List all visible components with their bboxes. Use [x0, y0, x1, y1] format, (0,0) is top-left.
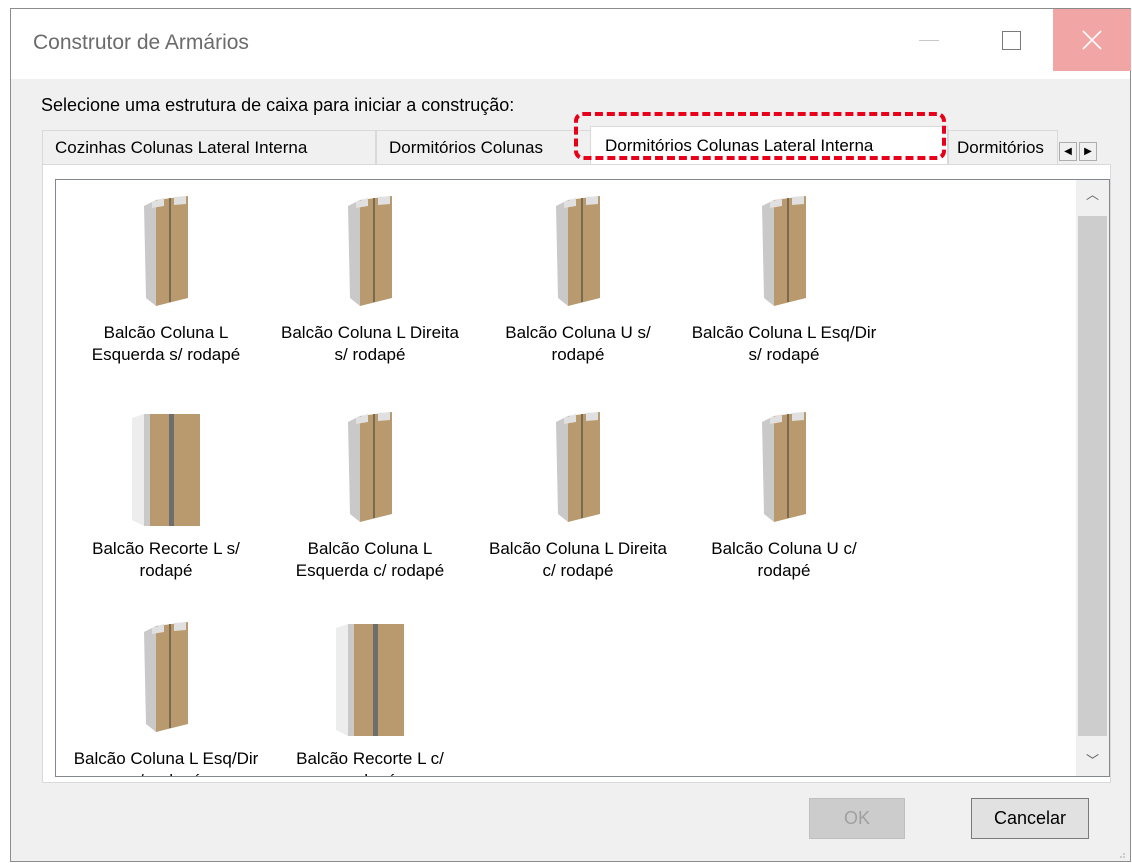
cabinet-column-l-both-icon [144, 622, 188, 732]
scroll-down-icon[interactable]: ﹀ [1076, 746, 1109, 776]
cabinet-column-u-icon [762, 412, 806, 522]
item-thumbnail [270, 194, 470, 314]
list-item[interactable]: Balcão Recorte L s/ rodapé [66, 410, 266, 582]
item-thumbnail [684, 410, 884, 530]
tab-strip: Cozinhas Colunas Lateral Interna Dormitó… [42, 126, 1094, 164]
list-item-label: Balcão Coluna L Direita c/ rodapé [489, 539, 667, 580]
tab-cozinhas-colunas-lateral-interna[interactable]: Cozinhas Colunas Lateral Interna [42, 130, 376, 164]
item-thumbnail [66, 194, 266, 314]
tab-panel: Balcão Coluna L Esquerda s/ rodapé Balcão… [42, 164, 1111, 783]
maximize-icon [1001, 30, 1021, 50]
triangle-right-icon: ▶ [1084, 146, 1092, 157]
list-item[interactable]: Balcão Coluna L Esq/Dir s/ rodapé [684, 194, 884, 366]
list-item[interactable]: Balcão Coluna U s/ rodapé [478, 194, 678, 366]
scroll-up-icon[interactable]: ︿ [1076, 180, 1109, 210]
item-thumbnail [270, 620, 470, 740]
item-thumbnail [66, 410, 266, 530]
triangle-left-icon: ◀ [1064, 146, 1072, 157]
title-bar: Construtor de Armários [11, 9, 1131, 79]
maximize-button[interactable] [971, 9, 1051, 71]
structure-list: Balcão Coluna L Esquerda s/ rodapé Balcão… [55, 179, 1110, 777]
cancel-button[interactable]: Cancelar [971, 798, 1089, 839]
list-item[interactable]: Balcão Coluna L Direita s/ rodapé [270, 194, 470, 366]
item-thumbnail [66, 620, 266, 740]
tab-dormitorios-colunas-lateral-interna[interactable]: Dormitórios Colunas Lateral Interna [590, 126, 948, 164]
list-item-label: Balcão Coluna L Direita s/ rodapé [281, 323, 459, 364]
list-item-label: Balcão Coluna U s/ rodapé [505, 323, 651, 364]
minimize-button[interactable] [889, 9, 969, 71]
item-thumbnail [478, 410, 678, 530]
item-thumbnail [684, 194, 884, 314]
item-thumbnail [270, 410, 470, 530]
tab-dormitorios[interactable]: Dormitórios [948, 130, 1058, 164]
tab-scroll-right-button[interactable]: ▶ [1079, 142, 1097, 161]
list-item[interactable]: Balcão Coluna U c/ rodapé [684, 410, 884, 582]
cabinet-column-l-both-icon [762, 196, 806, 306]
list-item-label: Balcão Coluna L Esquerda c/ rodapé [295, 539, 445, 580]
resize-grip-icon[interactable] [1116, 849, 1126, 859]
tab-dormitorios-colunas[interactable]: Dormitórios Colunas [376, 130, 594, 164]
list-item[interactable]: Balcão Coluna L Direita c/ rodapé [478, 410, 678, 582]
cabinet-cutout-l-icon [132, 414, 200, 526]
window-title: Construtor de Armários [33, 31, 249, 54]
cabinet-column-l-right-icon [348, 196, 392, 306]
close-icon [1082, 30, 1102, 50]
list-item[interactable]: Balcão Coluna L Esquerda c/ rodapé [270, 410, 470, 582]
cabinet-cutout-l-icon [336, 624, 404, 736]
cabinet-column-l-left-icon [348, 412, 392, 522]
minimize-icon [919, 39, 939, 41]
list-item-label: Balcão Coluna L Esquerda s/ rodapé [91, 323, 241, 364]
list-item-label: Balcão Recorte L c/ rodapé [296, 749, 444, 776]
instruction-label: Selecione uma estrutura de caixa para in… [41, 95, 515, 115]
list-item-label: Balcão Coluna L Esq/Dir s/ rodapé [73, 749, 259, 776]
cabinet-column-u-icon [556, 196, 600, 306]
item-thumbnail [478, 194, 678, 314]
list-item-label: Balcão Coluna L Esq/Dir s/ rodapé [691, 323, 877, 364]
list-item[interactable]: Balcão Coluna L Esq/Dir s/ rodapé [66, 620, 266, 776]
cabinet-column-l-right-icon [556, 412, 600, 522]
list-item[interactable]: Balcão Recorte L c/ rodapé [270, 620, 470, 776]
close-button[interactable] [1053, 9, 1131, 71]
vertical-scrollbar[interactable]: ︿ ﹀ [1076, 180, 1109, 776]
ok-button[interactable]: OK [809, 798, 905, 839]
list-item[interactable]: Balcão Coluna L Esquerda s/ rodapé [66, 194, 266, 366]
scroll-thumb[interactable] [1078, 216, 1107, 736]
cabinet-column-l-left-icon [144, 196, 188, 306]
tab-scroll-left-button[interactable]: ◀ [1059, 142, 1077, 161]
list-item-label: Balcão Coluna U c/ rodapé [711, 539, 857, 580]
dialog-window: Construtor de Armários Selecione uma est… [10, 8, 1131, 862]
list-item-label: Balcão Recorte L s/ rodapé [92, 539, 240, 580]
